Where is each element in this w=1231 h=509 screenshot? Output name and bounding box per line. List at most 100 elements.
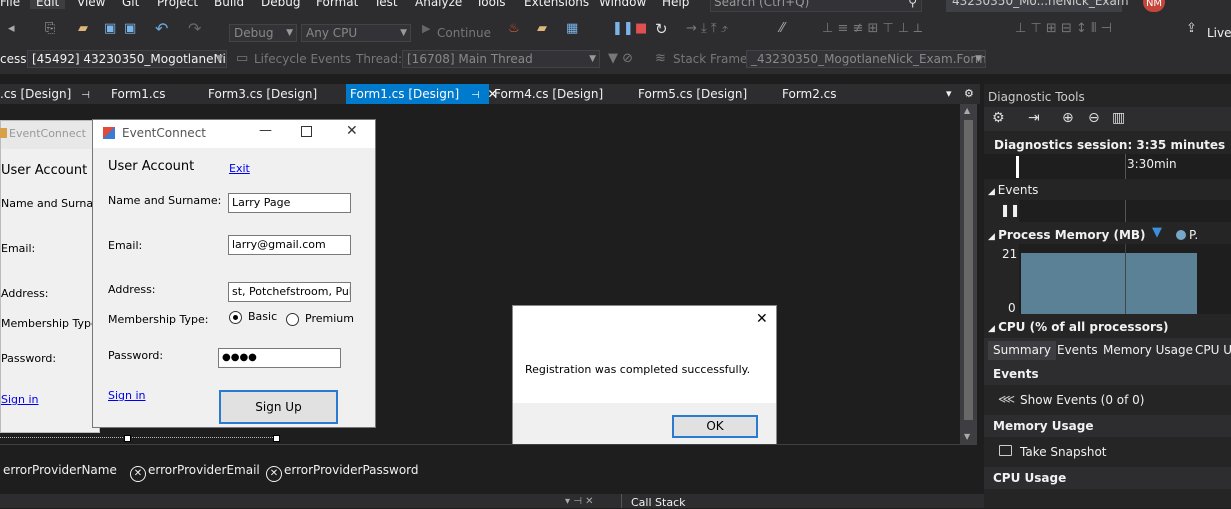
tab-events[interactable]: Events: [1057, 341, 1098, 360]
filter-icon[interactable]: ▼ ⊘: [608, 51, 633, 66]
configuration-select[interactable]: Debug ▼: [229, 24, 297, 42]
take-snapshot-button[interactable]: Take Snapshot: [1020, 445, 1107, 459]
tab-memory-usage[interactable]: Memory Usage: [1103, 341, 1193, 360]
tab-form2-cs[interactable]: Form2.cs: [782, 84, 837, 104]
zoom-in-icon[interactable]: ⊕: [1062, 110, 1074, 126]
menu-git[interactable]: Git: [122, 0, 139, 9]
minimize-icon[interactable]: —: [259, 123, 272, 138]
error-provider-name[interactable]: errorProviderName: [3, 463, 117, 477]
tab-list-dropdown-icon[interactable]: ▾: [946, 84, 952, 104]
platform-select[interactable]: Any CPU ▼: [301, 24, 411, 42]
live-share-button[interactable]: Live: [1207, 26, 1231, 40]
spacing-icons[interactable]: ⊥ ⊤ ⊞ ⊟ ↕ ⫴ ⊣: [1015, 21, 1112, 36]
menu-help[interactable]: Help: [662, 0, 689, 9]
tab-form1-cs[interactable]: Form1.cs: [111, 84, 166, 104]
close-icon[interactable]: ✕: [346, 123, 358, 139]
folder-icon[interactable]: ▰: [537, 21, 547, 36]
email-field[interactable]: larry@gmail.com: [228, 235, 351, 255]
menu-project[interactable]: Project: [157, 0, 198, 9]
open-folder-icon[interactable]: ▰: [78, 21, 88, 36]
restart-icon[interactable]: ↻: [655, 20, 668, 38]
undo-icon[interactable]: ↶: [155, 19, 168, 38]
menu-tools[interactable]: Tools: [476, 0, 506, 9]
menu-view[interactable]: View: [77, 0, 105, 9]
timeline-marker[interactable]: [1016, 156, 1019, 178]
name-field[interactable]: Larry Page: [228, 193, 351, 213]
timeline-tick-label: 3:30min: [1127, 157, 1177, 171]
tab-summary[interactable]: Summary: [988, 341, 1056, 360]
tab-form1-design[interactable]: Form1.cs [Design] ⊣ ✕: [346, 84, 498, 104]
address-field[interactable]: st, Potchefstroom, Pukki: [228, 282, 351, 302]
new-project-icon[interactable]: ⎘: [45, 21, 55, 36]
designer-vertical-scrollbar[interactable]: ▲ ▼: [960, 104, 977, 444]
menu-format[interactable]: Format: [316, 0, 358, 9]
signup-button[interactable]: Sign Up: [219, 390, 338, 424]
name-label: Name and Surname:: [108, 194, 222, 207]
format-icon[interactable]: ⁄⁄: [780, 21, 784, 36]
maximize-icon[interactable]: [301, 126, 312, 137]
stack-frame-select[interactable]: _43230350_MogotlaneNick_Exam.Form4.b ▼: [746, 50, 986, 68]
signin-link[interactable]: Sign in: [108, 389, 146, 402]
pin-icon[interactable]: ⊣: [471, 90, 480, 101]
settings-gear-icon[interactable]: ⚙: [992, 110, 1005, 126]
menu-window[interactable]: Window: [599, 0, 646, 9]
hot-reload-icon[interactable]: ♨: [508, 21, 520, 36]
ok-button[interactable]: OK: [672, 415, 758, 438]
scroll-down-icon[interactable]: ▼: [964, 432, 970, 441]
continue-button[interactable]: Continue: [437, 26, 491, 40]
play-icon[interactable]: ▶: [422, 22, 430, 35]
pause-icon[interactable]: ❚❚: [612, 21, 634, 36]
tab-cpu-usage[interactable]: CPU Us: [1195, 341, 1231, 360]
events-pause-icon[interactable]: ❚❚: [1000, 203, 1020, 217]
lifecycle-events[interactable]: Lifecycle Events: [254, 52, 351, 66]
resize-handle[interactable]: [273, 435, 280, 442]
menu-build[interactable]: Build: [214, 0, 244, 9]
redo-icon[interactable]: ↷: [188, 19, 201, 38]
exit-link[interactable]: Exit: [229, 162, 250, 175]
error-provider-password[interactable]: ✕ errorProviderPassword: [266, 463, 419, 482]
memory-usage-section-title: Memory Usage: [993, 419, 1094, 433]
panel-options-icon[interactable]: ▾ ⊣ ✕: [565, 496, 593, 507]
scroll-up-icon[interactable]: ▲: [964, 106, 970, 115]
password-field[interactable]: ●●●●: [218, 348, 341, 368]
save-all-icon[interactable]: ▣: [124, 21, 136, 36]
export-icon[interactable]: ⇥: [1028, 110, 1040, 126]
process-select[interactable]: [45492] 43230350_MogotlaneNick_ ▼: [27, 50, 227, 68]
pin-icon[interactable]: ⊣: [81, 90, 90, 101]
menu-extensions[interactable]: Extensions: [524, 0, 589, 9]
tab-form3-design[interactable]: Form3.cs [Design]: [208, 84, 317, 104]
back-icon[interactable]: ◂: [8, 21, 15, 36]
browser-icon[interactable]: ▦: [566, 21, 578, 36]
save-icon[interactable]: ▣: [104, 21, 116, 36]
debug-location-toolbar: cess: [45492] 43230350_MogotlaneNick_ ▼ ▭…: [0, 46, 1231, 74]
menu-analyze[interactable]: Analyze: [415, 0, 462, 9]
scrollbar-thumb[interactable]: [964, 120, 973, 420]
background-signin-link[interactable]: Sign in: [1, 393, 39, 406]
reset-view-icon[interactable]: ▥: [1112, 110, 1125, 126]
tab-form5-design[interactable]: Form5.cs [Design]: [638, 84, 747, 104]
premium-radio[interactable]: [286, 313, 299, 326]
basic-radio[interactable]: [229, 311, 242, 324]
align-icons[interactable]: ⊥ ≡ ≢ ⊞ ⊤ ⊥ ⟂: [822, 21, 922, 36]
menu-test[interactable]: Test: [374, 0, 398, 9]
stop-icon[interactable]: ■: [635, 21, 647, 36]
zoom-out-icon[interactable]: ⊖: [1088, 110, 1100, 126]
thread-select[interactable]: [16708] Main Thread ▼: [402, 50, 600, 68]
live-share-icon[interactable]: ⇪: [1186, 21, 1197, 36]
app-icon: [103, 127, 115, 139]
tab-design-partial[interactable]: .cs [Design] ⊣: [0, 84, 90, 104]
step-icon[interactable]: → ⤓ ⤒ ⤴: [686, 21, 728, 36]
menu-debug[interactable]: Debug: [261, 0, 300, 9]
legend-dot-icon: [1176, 230, 1186, 240]
show-events-link[interactable]: Show Events (0 of 0): [1020, 393, 1144, 407]
close-icon[interactable]: ✕: [756, 311, 768, 327]
menu-file[interactable]: File: [0, 0, 20, 9]
resize-handle[interactable]: [124, 435, 131, 442]
error-provider-email[interactable]: ✕ errorProviderEmail: [130, 463, 260, 482]
tab-form4-design[interactable]: Form4.cs [Design]: [494, 84, 603, 104]
search-input[interactable]: Search (Ctrl+Q) ⚲: [710, 0, 922, 12]
avatar[interactable]: NM: [1143, 0, 1165, 12]
menu-edit[interactable]: Edit: [30, 0, 66, 9]
radio-dot: [233, 315, 238, 320]
settings-gear-icon[interactable]: ⚙: [964, 84, 974, 104]
